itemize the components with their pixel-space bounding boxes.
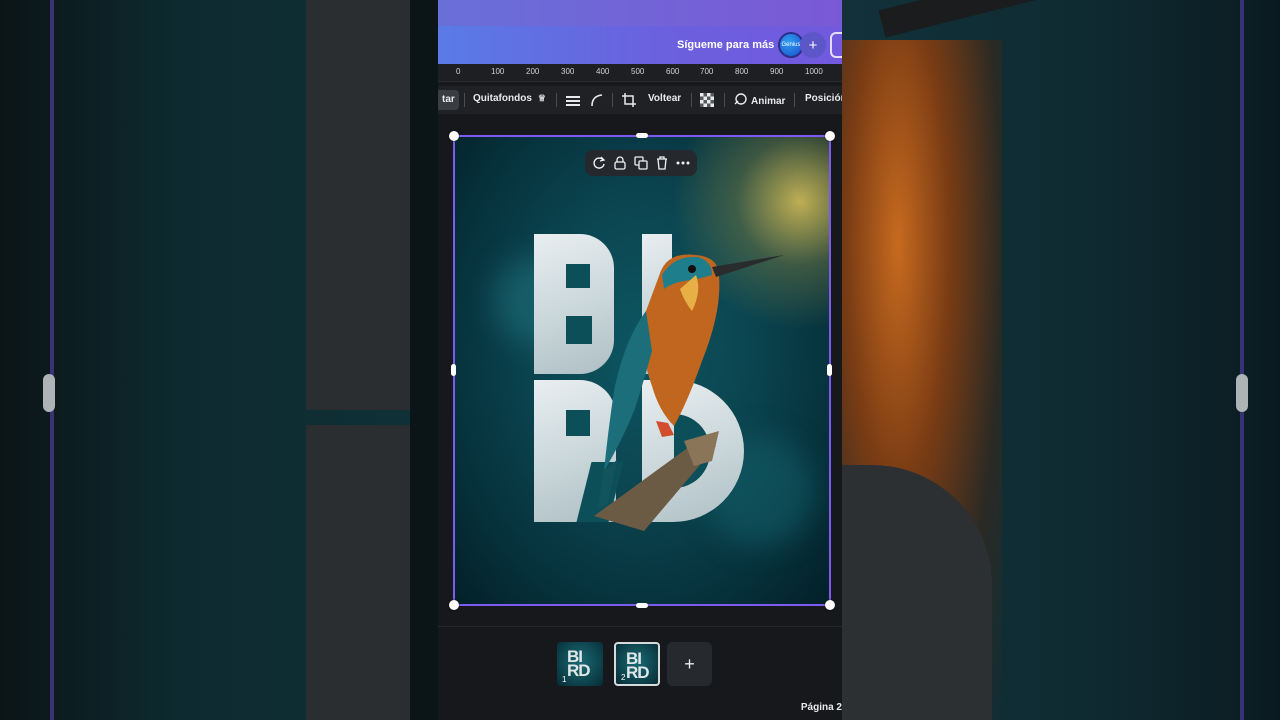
add-page-button[interactable]: + [667,642,712,686]
ruler-tick: 1000 [805,67,823,76]
background-shadow [410,0,438,720]
background-bird-beak [878,0,1138,38]
edit-button[interactable]: tar [438,90,459,110]
footer: Página 2 [438,694,842,720]
duplicate-icon[interactable] [633,155,649,171]
resize-handle-top-right[interactable] [825,131,835,141]
resize-handle-top-left[interactable] [449,131,459,141]
share-button[interactable] [830,32,842,58]
toolbar-divider [612,93,613,107]
resize-handle-bottom[interactable] [636,603,648,608]
border-style-icon[interactable] [566,94,580,112]
ruler-tick: 700 [700,67,714,76]
toolbar-divider [724,93,725,107]
toolbar-divider [794,93,795,107]
animate-icon [734,93,747,109]
animate-label: Animar [751,95,786,107]
current-page-label: Página 2 [800,702,842,713]
toolbar-divider [691,93,692,107]
background-handle [43,374,55,412]
page-thumbnail-1[interactable]: BI RD 1 [557,642,603,686]
resize-handle-right[interactable] [827,364,832,376]
background-right [842,0,1280,720]
page-number: 1 [562,675,567,684]
background-frame-line [50,0,54,720]
toolbar-divider [464,93,465,107]
ruler-tick: 500 [631,67,645,76]
context-toolbar: tar Quitafondos ♕ Voltear Animar Posició [438,86,842,114]
resize-handle-bottom-left[interactable] [449,600,459,610]
follow-text: Sígueme para más [677,39,775,51]
flip-button[interactable]: Voltear [648,93,681,104]
remove-background-button[interactable]: Quitafondos ♕ [473,93,546,104]
background-frame-line [1240,0,1244,720]
screen: Sígueme para más Genius + 0 100 200 300 … [0,0,1280,720]
background-left [0,0,438,720]
thumbnail-artwork: BI RD [626,649,650,682]
ruler: 0 100 200 300 400 500 600 700 800 900 10… [438,64,842,82]
trash-icon[interactable] [654,155,670,171]
editor-app: Sígueme para más Genius + 0 100 200 300 … [438,0,842,720]
ruler-tick: 900 [770,67,784,76]
pages-bar: BI RD 1 BI RD 2 + [438,626,842,694]
remove-background-label: Quitafondos [473,93,532,104]
crown-icon: ♕ [537,93,546,103]
page-number: 2 [621,673,626,682]
element-float-toolbar [585,150,697,176]
ruler-tick: 600 [666,67,680,76]
top-bar-strip [438,0,842,26]
crop-icon[interactable] [622,93,636,112]
ruler-tick: 0 [456,67,461,76]
position-button[interactable]: Posición [805,93,842,104]
lock-icon[interactable] [612,155,628,171]
top-bar: Sígueme para más Genius + [438,0,842,64]
kingfisher-image [594,254,784,531]
resize-handle-bottom-right[interactable] [825,600,835,610]
ruler-tick: 800 [735,67,749,76]
ruler-tick: 200 [526,67,540,76]
design-image[interactable] [454,136,830,605]
animate-button[interactable]: Animar [734,93,785,109]
rotate-comment-icon[interactable] [591,155,607,171]
canvas-area [438,114,842,626]
transparency-icon[interactable] [700,93,714,112]
resize-handle-top[interactable] [636,133,648,138]
add-collaborator-button[interactable]: + [800,32,826,58]
page-thumbnail-2[interactable]: BI RD 2 [614,642,660,686]
ruler-tick: 400 [596,67,610,76]
resize-handle-left[interactable] [451,364,456,376]
more-icon[interactable] [675,155,691,171]
background-handle [1236,374,1248,412]
corner-rounding-icon[interactable] [590,93,604,112]
ruler-tick: 100 [491,67,505,76]
ruler-tick: 300 [561,67,575,76]
thumbnail-artwork: BI RD [567,647,591,680]
toolbar-divider [556,93,557,107]
